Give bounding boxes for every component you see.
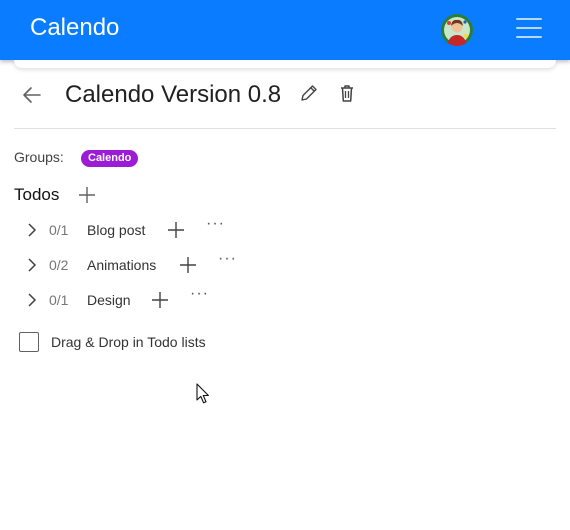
plus-icon — [79, 187, 95, 203]
app-title: Calendo — [30, 14, 120, 41]
todos-heading: Todos — [14, 185, 60, 204]
todo-list-row: 0/1 Blog post ··· — [20, 216, 420, 243]
todo-progress: 0/1 — [49, 222, 69, 238]
add-todo-button[interactable] — [149, 287, 171, 313]
arrow-left-icon — [23, 87, 41, 103]
page-title: Calendo Version 0.8 — [65, 81, 282, 108]
delete-button[interactable] — [336, 82, 358, 104]
todo-list-name[interactable]: Animations — [87, 257, 156, 273]
todo-list-row: 0/2 Animations ··· — [20, 251, 420, 278]
add-todo-list-button[interactable] — [76, 184, 98, 206]
todo-list-name[interactable]: Blog post — [87, 222, 145, 238]
chevron-right-icon[interactable] — [20, 217, 42, 243]
add-todo-button[interactable] — [177, 252, 199, 278]
plus-icon — [180, 257, 196, 273]
todo-list-name[interactable]: Design — [87, 292, 131, 308]
edit-button[interactable] — [298, 82, 320, 104]
divider — [14, 128, 556, 129]
group-chip-calendo[interactable]: Calendo — [81, 150, 139, 167]
app-bar: Calendo — [0, 0, 570, 60]
pencil-icon — [301, 85, 317, 101]
more-options-icon[interactable]: ··· — [218, 251, 237, 278]
trash-icon — [341, 85, 353, 102]
todo-list-row: 0/1 Design ··· — [20, 286, 420, 313]
hamburger-menu-icon[interactable] — [510, 12, 548, 46]
back-button[interactable] — [18, 82, 46, 108]
appbar-shadow — [14, 60, 556, 68]
chevron-right-icon[interactable] — [20, 252, 42, 278]
groups-label: Groups: — [14, 149, 64, 165]
more-options-icon[interactable]: ··· — [206, 216, 225, 243]
mouse-pointer-icon — [196, 383, 210, 405]
more-options-icon[interactable]: ··· — [190, 286, 209, 313]
todo-progress: 0/2 — [49, 257, 69, 273]
chevron-right-icon[interactable] — [20, 287, 42, 313]
drag-drop-label[interactable]: Drag & Drop in Todo lists — [51, 334, 206, 350]
plus-icon — [152, 292, 168, 308]
drag-drop-checkbox[interactable] — [19, 332, 39, 352]
todo-progress: 0/1 — [49, 292, 69, 308]
plus-icon — [168, 222, 184, 238]
add-todo-button[interactable] — [165, 217, 187, 243]
avatar[interactable] — [441, 14, 473, 46]
